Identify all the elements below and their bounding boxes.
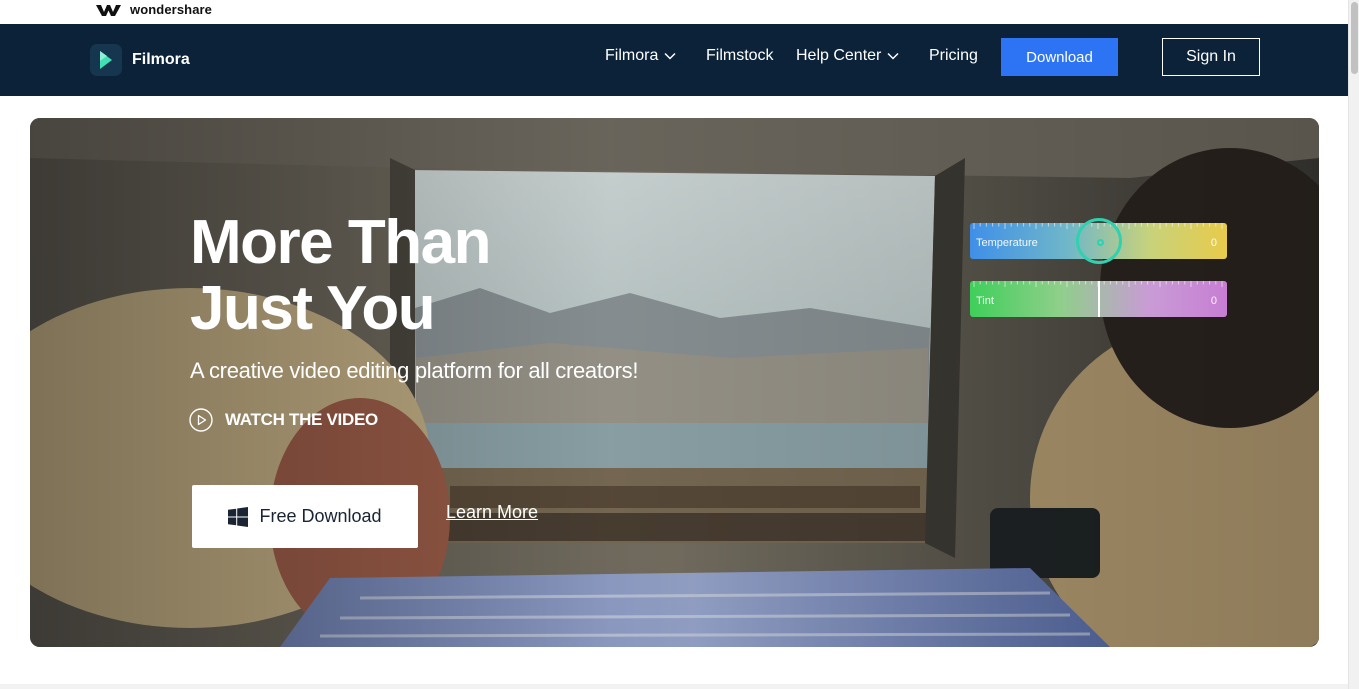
- nav-item-label: Pricing: [929, 47, 978, 64]
- tint-handle[interactable]: [1098, 281, 1100, 317]
- scrollbar-thumb[interactable]: [1351, 2, 1358, 74]
- tint-label: Tint: [976, 295, 994, 307]
- watch-video-link[interactable]: WATCH THE VIDEO: [189, 408, 378, 432]
- sign-in-button[interactable]: Sign In: [1162, 38, 1260, 76]
- tint-slider[interactable]: Tint 0: [970, 281, 1227, 317]
- page: wondershare Filmora Filmora Filmstock He…: [0, 0, 1359, 689]
- chevron-down-icon: [664, 52, 676, 60]
- filmora-wordmark: Filmora: [132, 51, 190, 68]
- filmora-brand[interactable]: Filmora: [90, 44, 190, 76]
- tint-value: 0: [1210, 295, 1217, 307]
- bottom-divider: [0, 684, 1348, 689]
- hero-title: More Than Just You: [190, 208, 491, 343]
- nav-item-label: Filmstock: [706, 47, 774, 64]
- nav-item-pricing[interactable]: Pricing: [929, 47, 978, 65]
- wondershare-wordmark: wondershare: [130, 2, 213, 17]
- temperature-label: Temperature: [976, 237, 1038, 249]
- learn-more-link[interactable]: Learn More: [446, 502, 538, 523]
- hero-banner: More Than Just You A creative video edit…: [30, 118, 1319, 647]
- hero-title-line-1: More Than: [190, 208, 491, 277]
- free-download-label: Free Download: [259, 506, 382, 526]
- hero-subtitle: A creative video editing platform for al…: [190, 358, 639, 383]
- chevron-down-icon: [887, 52, 899, 60]
- play-circle-icon: [189, 408, 213, 432]
- nav-item-filmora[interactable]: Filmora: [605, 47, 676, 65]
- wondershare-bar: wondershare: [0, 0, 1348, 24]
- free-download-button[interactable]: Free Download: [192, 485, 418, 548]
- hero-title-line-2: Just You: [190, 274, 436, 343]
- nav-item-label: Help Center: [796, 47, 882, 64]
- page-scrollbar[interactable]: [1348, 0, 1359, 689]
- download-button[interactable]: Download: [1001, 38, 1118, 76]
- nav-item-label: Filmora: [605, 47, 659, 64]
- wondershare-logo-icon: [96, 3, 124, 17]
- nav-item-help-center[interactable]: Help Center: [796, 47, 899, 65]
- watch-video-label: WATCH THE VIDEO: [225, 410, 378, 429]
- temperature-knob[interactable]: [1076, 218, 1122, 264]
- filmora-logo-icon: [90, 44, 122, 76]
- nav-item-filmstock[interactable]: Filmstock: [706, 47, 774, 65]
- windows-icon: [228, 506, 249, 527]
- temperature-slider[interactable]: Temperature 0: [970, 218, 1227, 264]
- wondershare-logo[interactable]: wondershare: [96, 2, 212, 17]
- main-navbar: Filmora Filmora Filmstock Help Center Pr…: [0, 24, 1348, 96]
- temperature-value: 0: [1210, 237, 1217, 249]
- temperature-knob-center: [1097, 239, 1104, 246]
